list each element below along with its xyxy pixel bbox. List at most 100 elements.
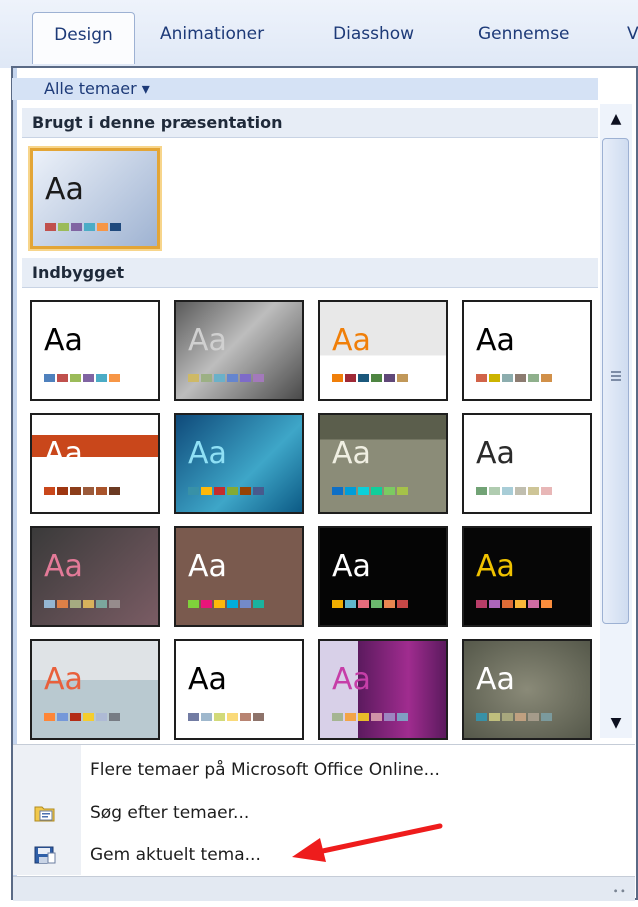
- tab-view[interactable]: V: [627, 24, 638, 44]
- swatch: [83, 713, 94, 721]
- theme-thumb-oriel[interactable]: Aa: [30, 639, 160, 740]
- color-swatches: [332, 600, 408, 608]
- scrollbar-thumb[interactable]: [602, 138, 629, 624]
- tab-animationer[interactable]: Animationer: [160, 24, 264, 44]
- tab-gennemse[interactable]: Gennemse: [478, 24, 570, 44]
- theme-thumb-current-theme[interactable]: Aa: [30, 148, 160, 249]
- swatch: [214, 600, 225, 608]
- theme-thumb-office[interactable]: Aa: [30, 300, 160, 401]
- swatch: [358, 487, 369, 495]
- swatch: [57, 600, 68, 608]
- swatch: [384, 487, 395, 495]
- swatch: [45, 223, 56, 231]
- swatch: [528, 374, 539, 382]
- theme-thumb-apex[interactable]: Aa: [174, 300, 304, 401]
- theme-thumb-solstice[interactable]: Aa: [462, 639, 592, 740]
- swatch: [70, 487, 81, 495]
- swatch: [57, 487, 68, 495]
- swatch: [502, 487, 513, 495]
- swatch: [476, 374, 487, 382]
- color-swatches: [188, 600, 264, 608]
- theme-thumb-origin[interactable]: Aa: [174, 639, 304, 740]
- theme-thumb-equity[interactable]: Aa: [174, 413, 304, 514]
- browse-themes-icon: [34, 803, 56, 823]
- swatch: [371, 374, 382, 382]
- theme-thumb-civic[interactable]: Aa: [462, 300, 592, 401]
- section-builtin: Indbygget: [22, 258, 598, 288]
- theme-sample-text: Aa: [476, 323, 515, 358]
- swatch: [240, 487, 251, 495]
- swatch: [528, 487, 539, 495]
- swatch: [384, 713, 395, 721]
- color-swatches: [476, 487, 552, 495]
- swatch: [371, 600, 382, 608]
- theme-sample-text: Aa: [188, 662, 227, 697]
- swatch: [476, 487, 487, 495]
- color-swatches: [188, 487, 264, 495]
- color-swatches: [476, 713, 552, 721]
- browse-for-themes-item[interactable]: Søg efter temaer...: [90, 803, 249, 823]
- theme-sample-text: Aa: [332, 436, 371, 471]
- swatch: [83, 487, 94, 495]
- theme-sample-text: Aa: [476, 436, 515, 471]
- swatch: [188, 600, 199, 608]
- swatch: [214, 487, 225, 495]
- swatch: [201, 600, 212, 608]
- swatch: [188, 487, 199, 495]
- more-themes-online-item[interactable]: Flere temaer på Microsoft Office Online.…: [90, 760, 440, 780]
- save-current-theme-item[interactable]: Gem aktuelt tema...: [90, 845, 261, 865]
- theme-thumb-paper[interactable]: Aa: [318, 639, 448, 740]
- swatch: [384, 600, 395, 608]
- swatch: [214, 713, 225, 721]
- swatch: [541, 374, 552, 382]
- menu-separator: [13, 744, 635, 745]
- swatch: [345, 713, 356, 721]
- swatch: [109, 487, 120, 495]
- swatch: [397, 713, 408, 721]
- swatch: [397, 600, 408, 608]
- theme-thumb-concourse[interactable]: Aa: [30, 413, 160, 514]
- color-swatches: [332, 374, 408, 382]
- swatch: [489, 713, 500, 721]
- theme-thumb-flow[interactable]: Aa: [318, 413, 448, 514]
- section-used-in-presentation: Brugt i denne præsentation: [22, 108, 598, 138]
- theme-sample-text: Aa: [44, 549, 83, 584]
- theme-thumb-foundry[interactable]: Aa: [462, 413, 592, 514]
- swatch: [358, 713, 369, 721]
- swatch: [345, 600, 356, 608]
- swatch: [332, 374, 343, 382]
- swatch: [83, 600, 94, 608]
- scroll-down-icon[interactable]: ▼: [600, 708, 632, 738]
- swatch: [57, 374, 68, 382]
- dropdown-resize-bar[interactable]: ∙∙: [13, 876, 635, 901]
- color-swatches: [44, 374, 120, 382]
- swatch: [371, 487, 382, 495]
- theme-thumb-opulent[interactable]: Aa: [462, 526, 592, 627]
- theme-thumb-module[interactable]: Aa: [318, 526, 448, 627]
- color-swatches: [44, 487, 120, 495]
- swatch: [502, 374, 513, 382]
- color-swatches: [332, 713, 408, 721]
- scroll-up-icon[interactable]: ▲: [600, 104, 632, 134]
- tab-design[interactable]: Design: [32, 12, 135, 64]
- tab-diasshow[interactable]: Diasshow: [333, 24, 414, 44]
- swatch: [515, 487, 526, 495]
- swatch: [227, 487, 238, 495]
- swatch: [476, 713, 487, 721]
- theme-thumb-metro[interactable]: Aa: [174, 526, 304, 627]
- swatch: [358, 374, 369, 382]
- swatch: [201, 374, 212, 382]
- theme-thumb-median[interactable]: Aa: [30, 526, 160, 627]
- swatch: [110, 223, 121, 231]
- theme-thumb-aspect[interactable]: Aa: [318, 300, 448, 401]
- color-swatches: [45, 223, 121, 231]
- resize-grip-icon[interactable]: ∙∙: [612, 886, 627, 897]
- swatch: [502, 713, 513, 721]
- swatch: [515, 713, 526, 721]
- swatch: [240, 600, 251, 608]
- swatch: [44, 600, 55, 608]
- gallery-scrollbar[interactable]: ▲ ▼: [600, 104, 632, 738]
- swatch: [214, 374, 225, 382]
- swatch: [515, 374, 526, 382]
- all-themes-filter[interactable]: Alle temaer ▾: [12, 78, 598, 100]
